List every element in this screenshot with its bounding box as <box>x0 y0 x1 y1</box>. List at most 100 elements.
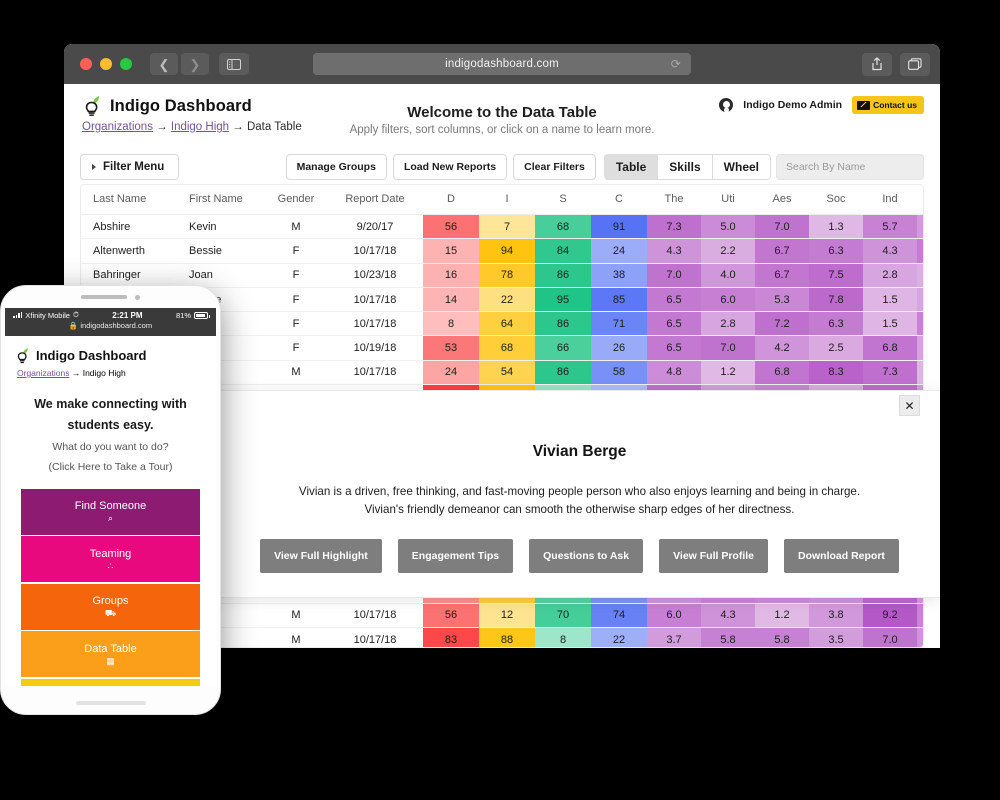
cell-c: 26 <box>591 335 647 361</box>
breadcrumb-organizations[interactable]: Organizations <box>82 121 153 133</box>
cell-the: 6.5 <box>647 311 701 337</box>
cell-first-name[interactable]: Kevin <box>177 214 265 240</box>
col-ind[interactable]: Ind <box>863 185 917 215</box>
table-header: Last Name First Name Gender Report Date … <box>81 185 923 215</box>
phone-menu-item-3[interactable]: Data Table ▦ <box>21 631 200 678</box>
phone-url-text: indigodashboard.com <box>80 321 153 330</box>
cell-first-name[interactable]: Joan <box>177 263 265 288</box>
modal-button-1[interactable]: Engagement Tips <box>397 538 514 573</box>
modal-button-4[interactable]: Download Report <box>784 538 899 573</box>
modal-button-0[interactable]: View Full Highlight <box>260 538 382 573</box>
cell-the: 6.5 <box>647 335 701 361</box>
col-uti[interactable]: Uti <box>701 185 755 215</box>
cell-tra: 4.2 <box>917 627 923 647</box>
cell-d: 15 <box>423 238 479 264</box>
lock-icon: 🔒 <box>68 321 79 330</box>
col-the[interactable]: The <box>647 185 701 215</box>
contact-us-button[interactable]: Contact us <box>852 96 924 114</box>
breadcrumb-indigo-high[interactable]: Indigo High <box>171 121 229 133</box>
cell-s: 84 <box>535 238 591 264</box>
col-c[interactable]: C <box>591 185 647 215</box>
col-report-date[interactable]: Report Date <box>327 185 423 215</box>
filter-menu-button[interactable]: Filter Menu <box>80 154 180 180</box>
cell-d: 8 <box>423 311 479 337</box>
cell-c: 58 <box>591 360 647 386</box>
phone-menu-item-partial[interactable] <box>21 678 200 686</box>
table-row[interactable]: Abshire Kevin M 9/20/17 56 7 68 91 7.3 5.0 7.0 1.3 5… <box>81 214 923 240</box>
search-input[interactable]: Search By Name <box>776 154 924 180</box>
tab-wheel[interactable]: Wheel <box>711 154 771 180</box>
cell-i: 7 <box>479 214 535 240</box>
phone-breadcrumb-school: Indigo High <box>82 368 126 378</box>
table-row[interactable]: Altenwerth Bessie F 10/17/18 15 94 84 24 4.3 2.2 6… <box>81 238 923 264</box>
phone-url-bar[interactable]: 🔒 indigodashboard.com <box>13 321 208 330</box>
cell-s: 70 <box>535 603 591 629</box>
cell-last-name[interactable]: Bahringer <box>81 263 177 288</box>
sidebar-toggle-icon[interactable] <box>219 53 249 75</box>
col-last-name[interactable]: Last Name <box>81 185 177 215</box>
cell-last-name[interactable]: Altenwerth <box>81 238 177 264</box>
cell-s: 66 <box>535 335 591 361</box>
phone-menu-item-0[interactable]: Find Someone ⌕ <box>21 488 200 535</box>
clear-filters-button[interactable]: Clear Filters <box>513 154 596 180</box>
cell-soc: 7.5 <box>809 263 863 288</box>
share-icon[interactable] <box>862 52 892 76</box>
cell-report-date: 10/19/18 <box>327 335 423 361</box>
close-icon[interactable]: ✕ <box>899 395 920 416</box>
cell-soc: 6.3 <box>809 311 863 337</box>
cell-uti: 4.0 <box>701 263 755 288</box>
chevron-right-icon <box>92 164 96 170</box>
phone-hero-tour-link[interactable]: (Click Here to Take a Tour) <box>15 460 206 475</box>
col-d[interactable]: D <box>423 185 479 215</box>
breadcrumb: Organizations → Indigo High → Data Table <box>82 121 922 133</box>
back-button[interactable]: ❮ <box>150 53 178 75</box>
minimize-window-button[interactable] <box>100 58 112 70</box>
search-icon: ⌕ <box>107 513 114 524</box>
view-switcher[interactable]: Table Skills Wheel <box>603 154 771 180</box>
table-row[interactable]: Bahringer Joan F 10/23/18 16 78 86 38 7.0 4.0 6.7 7… <box>81 263 923 288</box>
forward-button[interactable]: ❯ <box>181 53 209 75</box>
cell-soc: 1.3 <box>809 214 863 240</box>
phone-brand-title: Indigo Dashboard <box>36 348 147 363</box>
cell-last-name[interactable]: Abshire <box>81 214 177 240</box>
maximize-window-button[interactable] <box>120 58 132 70</box>
reload-icon[interactable]: ⟳ <box>671 57 681 71</box>
cell-tra: 3.0 <box>917 335 923 361</box>
table-header-row: Last Name First Name Gender Report Date … <box>81 185 923 215</box>
col-tra[interactable]: Tra <box>917 185 923 215</box>
cell-the: 3.7 <box>647 627 701 647</box>
cell-d: 56 <box>423 603 479 629</box>
col-soc[interactable]: Soc <box>809 185 863 215</box>
cell-report-date: 10/23/18 <box>327 263 423 288</box>
address-bar[interactable]: indigodashboard.com ⟳ <box>313 53 691 75</box>
phone-menu-item-2[interactable]: Groups ⛟ <box>21 583 200 630</box>
phone-home-indicator <box>75 701 146 705</box>
col-first-name[interactable]: First Name <box>177 185 265 215</box>
col-i[interactable]: I <box>479 185 535 215</box>
modal-button-3[interactable]: View Full Profile <box>659 538 769 573</box>
tab-skills[interactable]: Skills <box>657 154 713 180</box>
col-aes[interactable]: Aes <box>755 185 809 215</box>
load-new-reports-button[interactable]: Load New Reports <box>392 154 508 180</box>
cell-first-name[interactable]: Bessie <box>177 238 265 264</box>
phone-menu-item-1[interactable]: Teaming ∴ <box>21 536 200 583</box>
cell-i: 12 <box>479 603 535 629</box>
col-gender[interactable]: Gender <box>265 185 327 215</box>
cell-uti: 1.2 <box>701 360 755 386</box>
tab-overview-icon[interactable] <box>900 52 930 76</box>
cell-ind: 4.3 <box>863 238 917 264</box>
phone-breadcrumb-organizations[interactable]: Organizations <box>17 368 69 378</box>
cell-aes: 7.2 <box>755 311 809 337</box>
phone-sprout-logo-icon <box>15 346 30 365</box>
modal-button-2[interactable]: Questions to Ask <box>529 538 644 573</box>
tab-table[interactable]: Table <box>603 154 659 180</box>
avatar[interactable] <box>719 98 734 112</box>
breadcrumb-arrow-2: → <box>232 121 244 133</box>
cell-gender: M <box>265 360 327 386</box>
window-controls[interactable] <box>80 58 132 70</box>
cell-the: 4.8 <box>647 360 701 386</box>
app-header: Indigo Dashboard Organizations → Indigo … <box>64 84 940 150</box>
col-s[interactable]: S <box>535 185 591 215</box>
manage-groups-button[interactable]: Manage Groups <box>285 154 387 180</box>
close-window-button[interactable] <box>80 58 92 70</box>
